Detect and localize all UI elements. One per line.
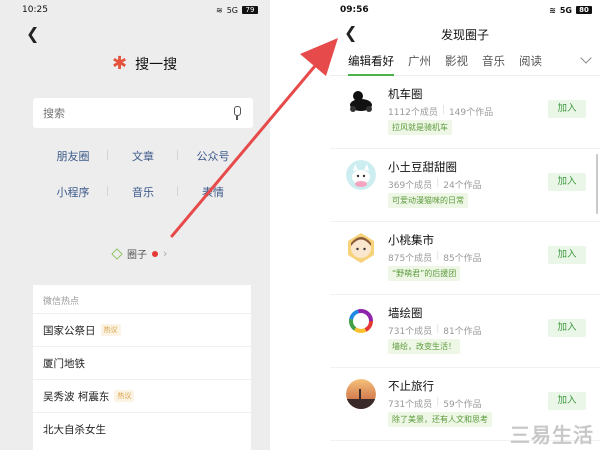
status-bar-left: 10:25 ≋ 5G 79	[0, 0, 270, 20]
scrollbar[interactable]	[596, 154, 598, 214]
chevron-right-icon: ›	[163, 247, 168, 260]
tab-reading[interactable]: 阅读	[519, 53, 542, 69]
join-button[interactable]: 加入	[548, 100, 586, 118]
category-moments[interactable]: 朋友圈	[38, 148, 108, 164]
circle-name: 机车圈	[388, 87, 423, 101]
category-music[interactable]: 音乐	[108, 184, 178, 200]
hot-badge: 热议	[100, 324, 121, 336]
page-title: ✱ 搜一搜	[112, 53, 178, 74]
circle-list: 机车圈 1112个成员 | 149个作品 拉风就是骑机车 加入 小土豆甜甜圈 36…	[330, 76, 600, 441]
signal-icon: 5G	[559, 5, 572, 15]
join-button[interactable]: 加入	[548, 173, 586, 191]
hot-topics-panel: 微信热点 国家公祭日 热议 厦门地铁 吴秀波 柯震东 热议 北大自杀女生	[33, 285, 251, 450]
tab-movies[interactable]: 影视	[445, 53, 468, 69]
tab-music[interactable]: 音乐	[482, 53, 505, 69]
microphone-icon[interactable]	[231, 106, 243, 120]
circle-name: 墙绘圈	[388, 306, 423, 320]
member-count: 369个成员	[388, 181, 433, 191]
member-count: 875个成员	[388, 254, 433, 264]
right-screen: 09:56 ≋ 5G 80 ❮ 发现圈子 编辑看好 广州 影视 音乐 阅读 机车…	[330, 0, 600, 450]
list-item[interactable]: 小土豆甜甜圈 369个成员 | 24个作品 可爱动漫猫咪的日常 加入	[330, 149, 600, 222]
cartoon-cat-avatar	[346, 160, 376, 190]
circle-tag: 除了美景，还有人文和思考	[388, 412, 492, 427]
status-time: 10:25	[22, 5, 48, 15]
join-button[interactable]: 加入	[548, 246, 586, 264]
list-item[interactable]: 机车圈 1112个成员 | 149个作品 拉风就是骑机车 加入	[330, 76, 600, 149]
join-button[interactable]: 加入	[548, 392, 586, 410]
back-button[interactable]: ❮	[26, 24, 39, 43]
battery-icon: 80	[576, 6, 592, 14]
search-logo-icon: ✱	[112, 53, 128, 74]
circle-entry[interactable]: 圈子 ›	[111, 246, 168, 261]
hot-topic-row[interactable]: 吴秀波 柯震东 热议	[33, 379, 251, 412]
circle-name: 小桃集市	[388, 233, 434, 247]
category-stickers[interactable]: 表情	[178, 184, 248, 200]
tab-guangzhou[interactable]: 广州	[408, 53, 431, 69]
left-screen: 10:25 ≋ 5G 79 ❮ ✱ 搜一搜 朋友圈 文章 公众号 小程序 音乐 …	[0, 0, 270, 450]
circle-name: 小土豆甜甜圈	[388, 160, 457, 174]
circle-tag: 拉风就是骑机车	[388, 120, 452, 135]
chevron-down-icon[interactable]	[580, 52, 592, 64]
hot-badge: 热议	[114, 390, 135, 402]
signal-icon: 5G	[226, 5, 238, 15]
color-ring-avatar	[346, 306, 376, 336]
category-official-accounts[interactable]: 公众号	[178, 148, 248, 164]
category-tabs: 编辑看好 广州 影视 音乐 阅读	[330, 46, 600, 76]
wifi-icon: ≋	[549, 5, 556, 15]
member-count: 731个成员	[388, 327, 433, 337]
search-bar[interactable]	[33, 98, 253, 128]
work-count: 59个作品	[443, 400, 482, 410]
cube-icon	[111, 247, 123, 260]
hot-topic-row[interactable]: 北大自杀女生	[33, 412, 251, 445]
work-count: 24个作品	[443, 181, 482, 191]
page-title: 发现圈子	[440, 28, 489, 42]
circle-tag: 可爱动漫猫咪的日常	[388, 193, 468, 208]
watermark: 三易生活	[510, 423, 594, 447]
circle-name: 不止旅行	[388, 379, 434, 393]
battery-icon: 79	[242, 6, 258, 14]
motorcycle-avatar	[346, 87, 376, 117]
category-grid: 朋友圈 文章 公众号 小程序 音乐 表情	[38, 148, 248, 200]
tab-editor-picks[interactable]: 编辑看好	[348, 53, 394, 76]
status-bar-right: 09:56 ≋ 5G 80	[330, 0, 600, 20]
category-mini-programs[interactable]: 小程序	[38, 184, 108, 200]
notification-dot	[152, 250, 158, 257]
search-input[interactable]	[43, 106, 213, 120]
member-count: 1112个成员	[388, 108, 438, 118]
circle-tag: 墙绘，改变生活！	[388, 339, 460, 354]
nav-bar: ❮ 发现圈子	[330, 20, 600, 46]
hot-topics-header: 微信热点	[43, 297, 80, 307]
work-count: 149个作品	[448, 108, 494, 118]
status-time: 09:56	[340, 5, 369, 15]
join-button[interactable]: 加入	[548, 319, 586, 337]
circle-tag: “野萌君”的后援团	[388, 266, 461, 281]
work-count: 85个作品	[443, 254, 482, 264]
hot-topic-row[interactable]: 国家公祭日 热议	[33, 313, 251, 346]
list-item[interactable]: 小桃集市 875个成员 | 85个作品 “野萌君”的后援团 加入	[330, 222, 600, 295]
sunset-avatar	[346, 379, 376, 409]
hot-topic-row[interactable]: 厦门地铁	[33, 346, 251, 379]
work-count: 81个作品	[443, 327, 482, 337]
wifi-icon: ≋	[216, 5, 223, 15]
category-articles[interactable]: 文章	[108, 148, 178, 164]
list-item[interactable]: 墙绘圈 731个成员 | 81个作品 墙绘，改变生活！ 加入	[330, 295, 600, 368]
member-count: 731个成员	[388, 400, 433, 410]
peach-girl-avatar	[348, 233, 374, 263]
